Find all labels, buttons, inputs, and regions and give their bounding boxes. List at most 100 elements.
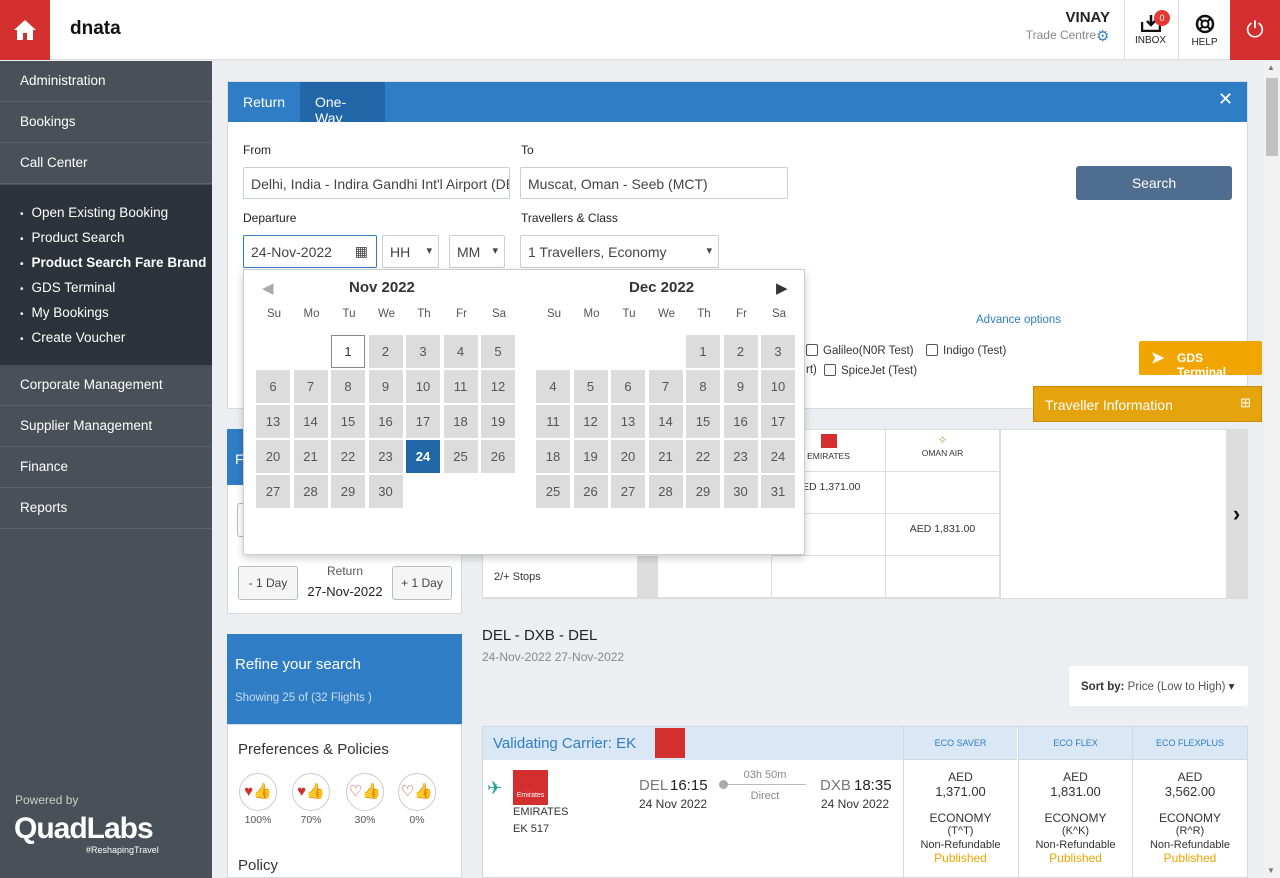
calendar-day[interactable]: 8 (331, 370, 365, 403)
inbox-button[interactable]: INBOX (1124, 0, 1176, 60)
matrix-next-arrow-icon[interactable]: › (1226, 430, 1247, 598)
travellers-select[interactable]: 1 Travellers, Economy ▾ (520, 235, 719, 268)
sidebar-item-supplier-management[interactable]: Supplier Management (0, 406, 212, 447)
matrix-cell[interactable] (658, 556, 772, 598)
calendar-day[interactable]: 11 (536, 405, 570, 438)
fare-eco-flex[interactable]: ECO FLEX AED 1,831.00 ECONOMY (K^K) Non-… (1018, 727, 1132, 878)
calendar-day[interactable]: 17 (761, 405, 795, 438)
calendar-day[interactable]: 29 (686, 475, 720, 508)
calendar-day[interactable]: 3 (406, 335, 440, 368)
calendar-day[interactable]: 1 (331, 335, 365, 368)
to-input[interactable]: Muscat, Oman - Seeb (MCT) (520, 167, 788, 199)
calendar-day[interactable]: 17 (406, 405, 440, 438)
calendar-day[interactable]: 20 (611, 440, 645, 473)
calendar-day[interactable]: 12 (481, 370, 515, 403)
calendar-day[interactable]: 1 (686, 335, 720, 368)
calendar-day[interactable]: 22 (331, 440, 365, 473)
heart-thumbs-icon[interactable]: ♡👍 (346, 773, 384, 811)
calendar-day[interactable]: 14 (648, 405, 683, 438)
airline-filter-spicejet[interactable]: SpiceJet (Test) (824, 364, 917, 377)
calendar-day[interactable]: 19 (573, 440, 608, 473)
sidebar-item-call-center[interactable]: Call Center (0, 143, 212, 184)
matrix-cell[interactable] (772, 556, 886, 598)
calendar-day[interactable]: 11 (443, 370, 478, 403)
plus-one-day-button[interactable]: + 1 Day (392, 566, 452, 600)
calendar-day[interactable]: 28 (293, 475, 328, 508)
sidebar-item-administration[interactable]: Administration (0, 61, 212, 102)
calendar-day[interactable]: 10 (761, 370, 795, 403)
calendar-day[interactable]: 6 (256, 370, 290, 403)
fare-eco-flexplus[interactable]: ECO FLEXPLUS AED 3,562.00 ECONOMY (R^R) … (1132, 727, 1247, 878)
calendar-day[interactable]: 2 (368, 335, 403, 368)
traveller-information-button[interactable]: Traveller Information ⊞ (1033, 386, 1262, 422)
checkbox[interactable] (806, 344, 818, 356)
checkbox[interactable] (824, 364, 836, 376)
submenu-product-search-fare-brand[interactable]: Product Search Fare Brand (20, 255, 212, 270)
calendar-day[interactable]: 21 (293, 440, 328, 473)
close-icon[interactable]: ✕ (1218, 89, 1233, 110)
calendar-day[interactable]: 4 (536, 370, 570, 403)
from-input[interactable]: Delhi, India - Indira Gandhi Int'l Airpo… (243, 167, 510, 199)
calendar-day[interactable]: 15 (331, 405, 365, 438)
calendar-day[interactable]: 5 (481, 335, 515, 368)
help-button[interactable]: HELP (1178, 0, 1230, 60)
submenu-create-voucher[interactable]: Create Voucher (20, 330, 126, 345)
calendar-day[interactable]: 22 (686, 440, 720, 473)
minute-select[interactable]: MM ▾ (449, 235, 505, 268)
calendar-day[interactable]: 4 (443, 335, 478, 368)
matrix-cell[interactable] (886, 556, 1000, 598)
calendar-day[interactable]: 8 (686, 370, 720, 403)
scroll-down-icon[interactable]: ▼ (1267, 866, 1275, 875)
calendar-day[interactable]: 12 (573, 405, 608, 438)
calendar-day[interactable]: 7 (293, 370, 328, 403)
sidebar-item-reports[interactable]: Reports (0, 488, 212, 529)
matrix-header-omanair[interactable]: ✧ OMAN AIR (886, 430, 1000, 472)
airline-filter-galileo[interactable]: Galileo(N0R Test) (806, 344, 914, 357)
minus-one-day-button[interactable]: - 1 Day (238, 566, 298, 600)
tab-one-way[interactable]: One-Way (300, 82, 385, 126)
prev-month-arrow-icon[interactable]: ◀ (262, 279, 274, 297)
gear-icon[interactable]: ⚙ (1096, 27, 1109, 45)
calendar-day[interactable]: 30 (368, 475, 403, 508)
advance-options-link[interactable]: Advance options (976, 314, 1061, 326)
departure-date-input[interactable]: 24-Nov-2022 ▦ (243, 235, 377, 268)
calendar-day[interactable]: 19 (481, 405, 515, 438)
calendar-day[interactable]: 25 (443, 440, 478, 473)
calendar-day[interactable]: 21 (648, 440, 683, 473)
calendar-day[interactable]: 7 (648, 370, 683, 403)
calendar-day[interactable]: 30 (723, 475, 758, 508)
tab-return[interactable]: Return (228, 82, 300, 122)
calendar-day[interactable]: 10 (406, 370, 440, 403)
calendar-day[interactable]: 6 (611, 370, 645, 403)
calendar-day[interactable]: 24 (761, 440, 795, 473)
calendar-day[interactable]: 23 (368, 440, 403, 473)
submenu-product-search[interactable]: Product Search (20, 230, 125, 245)
home-button[interactable] (0, 0, 50, 60)
calendar-day[interactable]: 31 (761, 475, 795, 508)
calendar-day[interactable]: 14 (293, 405, 328, 438)
sidebar-item-corporate-management[interactable]: Corporate Management (0, 365, 212, 406)
scrollbar[interactable] (1264, 61, 1280, 878)
calendar-day[interactable]: 24 (406, 440, 440, 473)
scrollbar-thumb[interactable] (1266, 78, 1278, 156)
calendar-day[interactable]: 26 (481, 440, 515, 473)
calendar-day[interactable]: 27 (256, 475, 290, 508)
submenu-gds-terminal[interactable]: GDS Terminal (20, 280, 116, 295)
search-button[interactable]: Search (1076, 166, 1232, 200)
heart-thumbs-icon[interactable]: ♥👍 (292, 773, 330, 811)
fare-eco-saver[interactable]: ECO SAVER AED 1,371.00 ECONOMY (T^T) Non… (903, 727, 1017, 878)
calendar-day[interactable]: 28 (648, 475, 683, 508)
hour-select[interactable]: HH ▾ (382, 235, 439, 268)
sort-dropdown[interactable]: Sort by: Price (Low to High) ▾ (1069, 666, 1248, 706)
calendar-day[interactable]: 15 (686, 405, 720, 438)
calendar-day[interactable]: 18 (536, 440, 570, 473)
calendar-day[interactable]: 25 (536, 475, 570, 508)
calendar-day[interactable]: 13 (611, 405, 645, 438)
heart-thumbs-icon[interactable]: ♡👍 (398, 773, 436, 811)
calendar-day[interactable]: 27 (611, 475, 645, 508)
user-name[interactable]: VINAY (1020, 9, 1110, 26)
submenu-open-existing-booking[interactable]: Open Existing Booking (20, 205, 169, 220)
calendar-day[interactable]: 13 (256, 405, 290, 438)
calendar-day[interactable]: 23 (723, 440, 758, 473)
calendar-day[interactable]: 16 (368, 405, 403, 438)
